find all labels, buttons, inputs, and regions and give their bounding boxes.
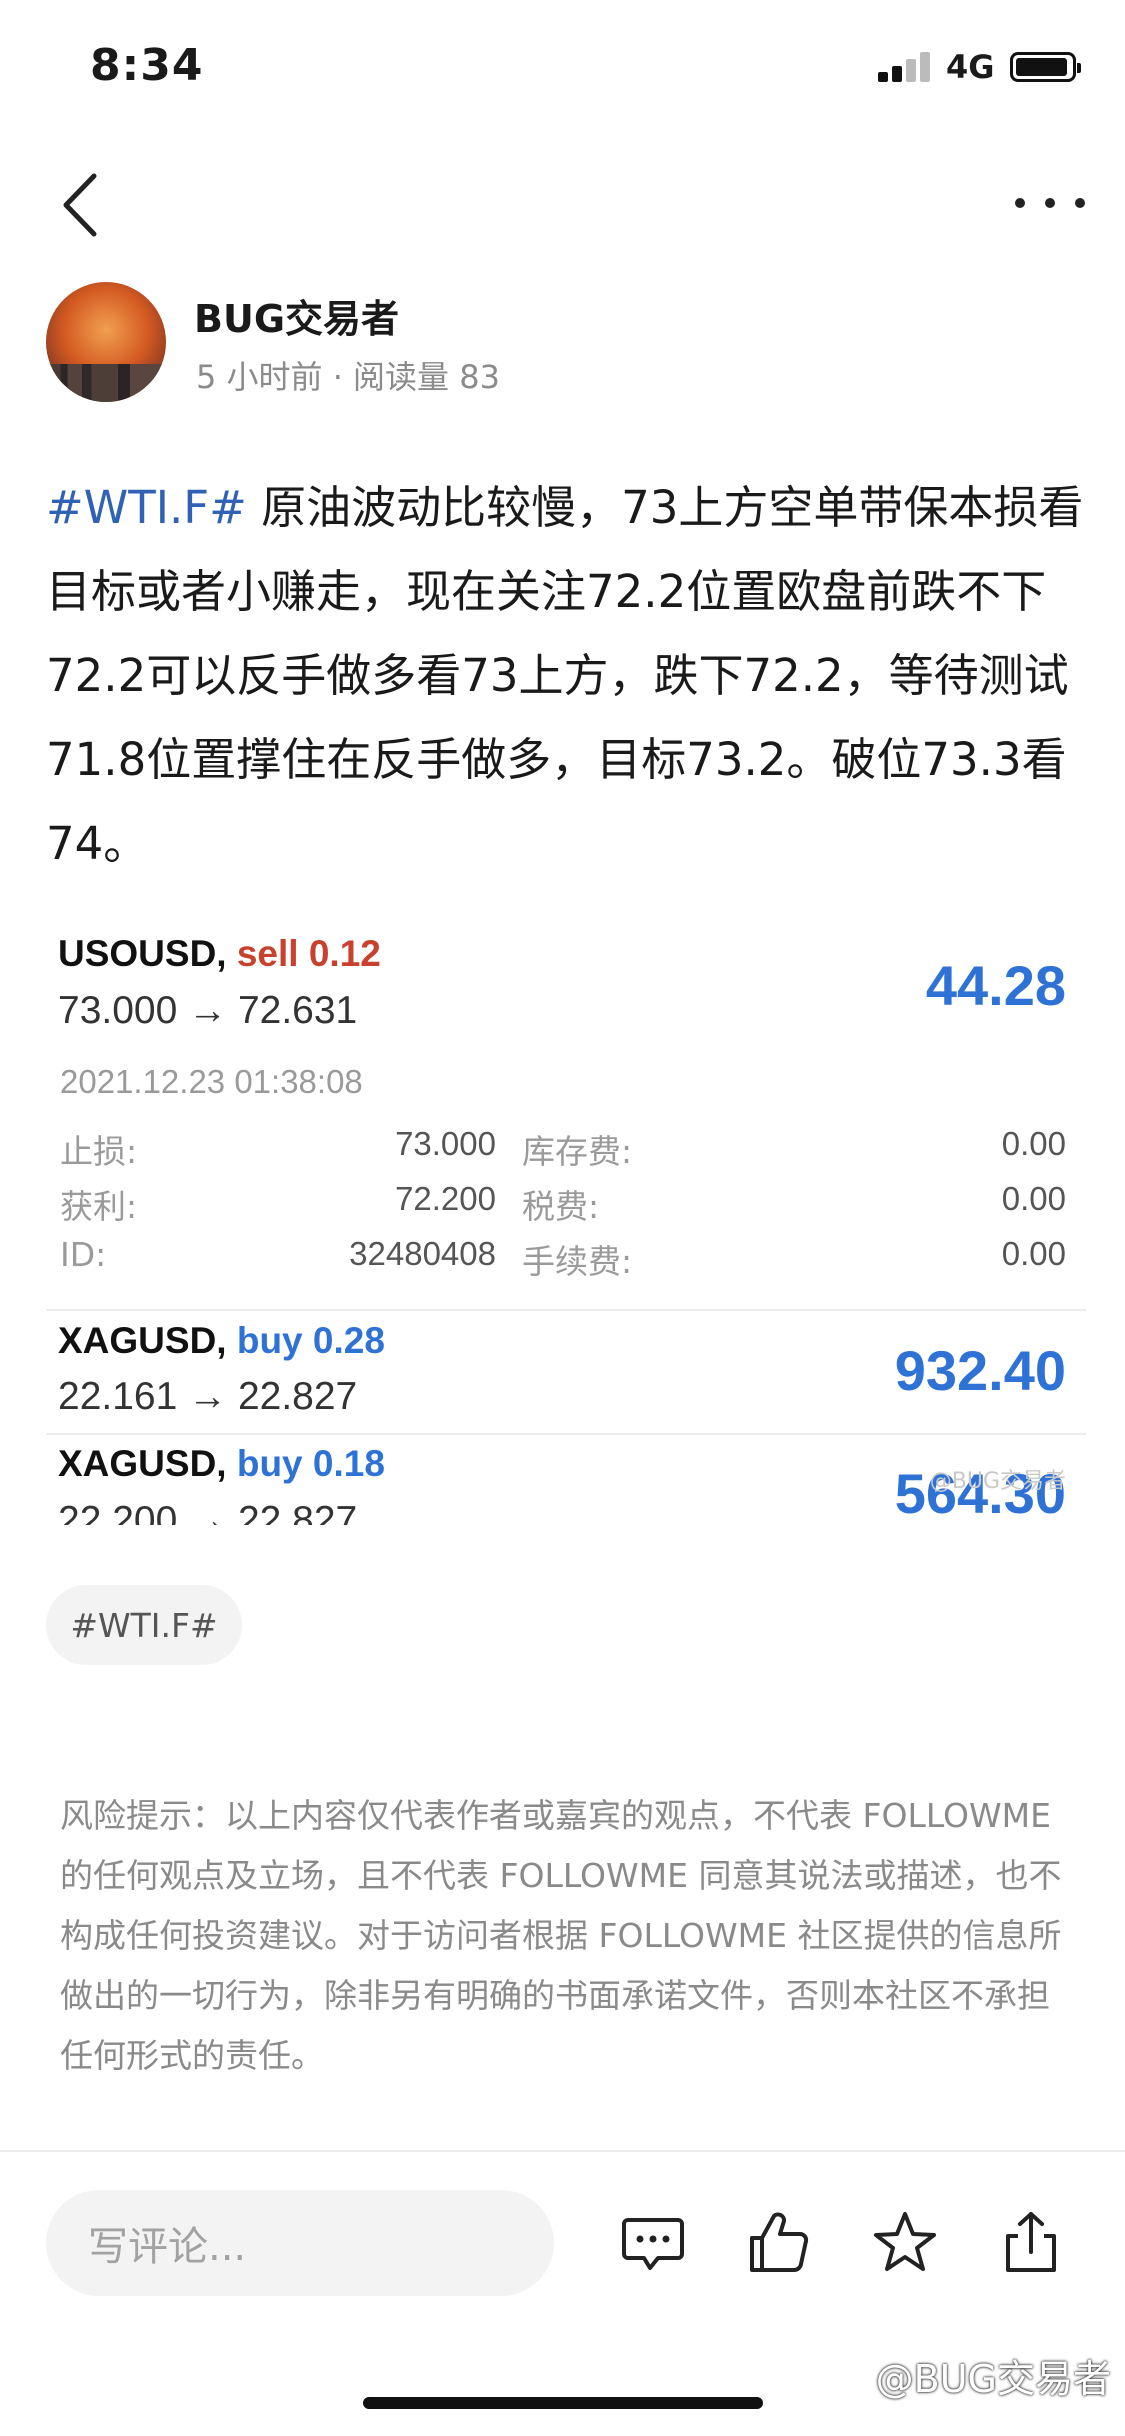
bottom-divider <box>0 2150 1125 2152</box>
fee-value: 0.00 <box>1001 1235 1066 1272</box>
status-time: 8:34 <box>90 40 204 91</box>
trade-header: XAGUSD, buy 0.28 <box>58 1320 385 1362</box>
trade-time: 2021.12.23 01:38:08 <box>60 1063 363 1100</box>
battery-icon <box>1010 52 1081 82</box>
trade-card[interactable]: USOUSD, sell 0.12 73.000 → 72.631 44.28 … <box>46 915 1086 1525</box>
trade-id-label: ID: <box>60 1235 107 1274</box>
more-horizontal-icon[interactable] <box>1010 188 1090 218</box>
tag-chip[interactable]: #WTI.F# <box>46 1585 242 1665</box>
swap-label: 库存费: <box>522 1132 633 1171</box>
trade-symbol: XAGUSD, <box>58 1443 227 1484</box>
share-icon[interactable] <box>996 2208 1066 2278</box>
take-profit-value: 72.200 <box>395 1180 496 1217</box>
network-label: 4G <box>946 48 995 86</box>
risk-disclaimer: 风险提示：以上内容仅代表作者或嘉宾的观点，不代表 FOLLOWME 的任何观点及… <box>60 1796 1062 2075</box>
post-text: 原油波动比较慢，73上方空单带保本损看目标或者小赚走，现在关注72.2位置欧盘前… <box>46 481 1084 870</box>
avatar[interactable] <box>46 282 166 402</box>
post-body: #WTI.F# 原油波动比较慢，73上方空单带保本损看目标或者小赚走，现在关注7… <box>46 466 1086 886</box>
trade-side: buy 0.18 <box>236 1443 385 1484</box>
stop-loss-value: 73.000 <box>395 1125 496 1162</box>
trade-id-value: 32480408 <box>349 1235 496 1272</box>
card-watermark: @BUG交易者 <box>929 1469 1066 1494</box>
trade-side: buy 0.28 <box>236 1320 385 1361</box>
trade-side: sell 0.12 <box>236 933 381 974</box>
comment-icon[interactable] <box>618 2208 688 2278</box>
fee-label: 手续费: <box>522 1242 633 1281</box>
trade-header: USOUSD, sell 0.12 <box>58 933 381 975</box>
tax-label: 税费: <box>522 1187 600 1226</box>
trade-profit: 44.28 <box>925 954 1066 1017</box>
trade-divider <box>46 1309 1086 1311</box>
chevron-left-icon[interactable] <box>56 170 106 240</box>
trade-header: XAGUSD, buy 0.18 <box>58 1443 385 1485</box>
trade-route: 22.200 → 22.827 <box>58 1499 358 1525</box>
home-indicator <box>363 2397 763 2409</box>
comment-input[interactable]: 写评论... <box>46 2190 554 2296</box>
swap-value: 0.00 <box>1001 1125 1066 1162</box>
tax-value: 0.00 <box>1001 1180 1066 1217</box>
trade-profit: 932.40 <box>894 1339 1066 1402</box>
author-name[interactable]: BUG交易者 <box>194 288 399 343</box>
signal-icon <box>878 52 936 82</box>
image-watermark: @BUG交易者 <box>875 2357 1111 2401</box>
stop-loss-label: 止损: <box>60 1132 138 1171</box>
like-icon[interactable] <box>744 2208 814 2278</box>
trade-divider <box>46 1433 1086 1435</box>
post-hashtag[interactable]: #WTI.F# <box>46 481 247 534</box>
take-profit-label: 获利: <box>60 1187 138 1226</box>
trade-route: 73.000 → 72.631 <box>58 989 358 1032</box>
trade-symbol: XAGUSD, <box>58 1320 227 1361</box>
favorite-icon[interactable] <box>870 2208 940 2278</box>
trade-route: 22.161 → 22.827 <box>58 1375 358 1418</box>
trade-symbol: USOUSD, <box>58 933 227 974</box>
post-meta: 5 小时前 · 阅读量 83 <box>196 358 500 396</box>
